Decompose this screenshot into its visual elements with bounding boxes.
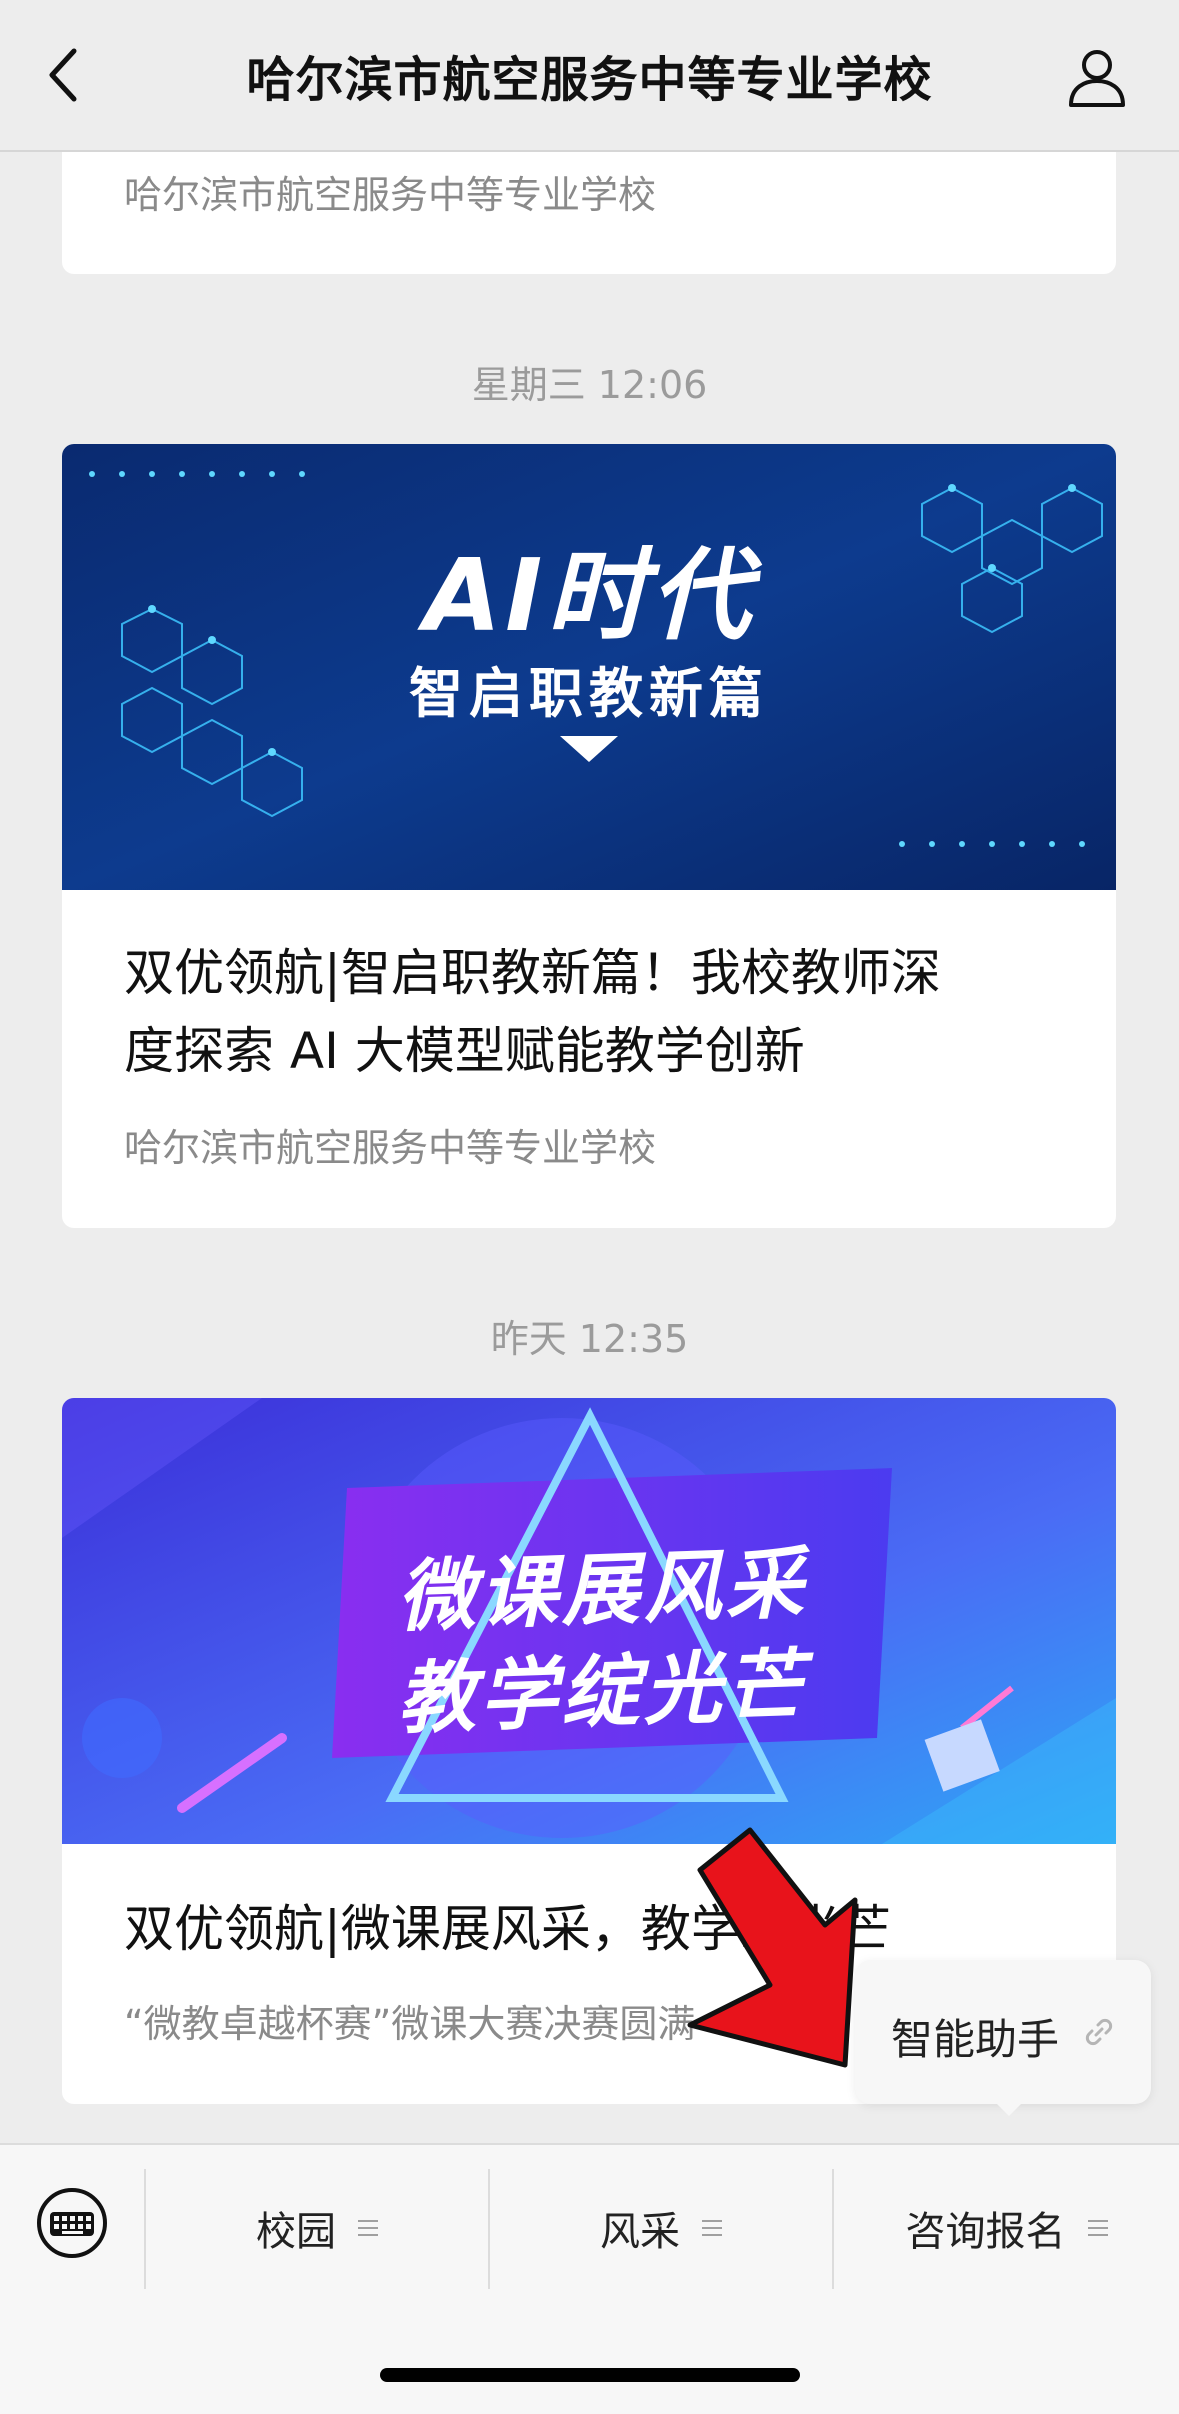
home-indicator[interactable]: [380, 2368, 800, 2382]
smart-assistant-popup[interactable]: 智能助手: [855, 1960, 1151, 2116]
tab-label: 校园: [256, 2209, 336, 2255]
banner-subtitle: 智启职教新篇: [409, 662, 769, 725]
article-source: 哈尔滨市航空服务中等专业学校: [124, 173, 657, 217]
keyboard-icon[interactable]: [34, 2185, 110, 2261]
article-source: 哈尔滨市航空服务中等专业学校: [124, 1126, 657, 1170]
page-title: 哈尔滨市航空服务中等专业学校: [246, 52, 933, 108]
banner-title: AI时代: [423, 537, 755, 654]
red-arrow-annotation: [687, 1827, 858, 2068]
popup-pointer: [993, 2100, 1025, 2116]
banner-subtitle: 教学绽光芒: [395, 1640, 809, 1746]
menu-lines-icon: [1087, 2220, 1108, 2236]
tab-style[interactable]: 风采: [490, 2173, 832, 2283]
article-summary: “微教卓越杯赛”微课大赛决赛圆满: [124, 2002, 696, 2046]
tab-enrollment-inquiry[interactable]: 咨询报名: [834, 2173, 1179, 2283]
profile-icon[interactable]: [1065, 45, 1129, 109]
link-icon: [1085, 2018, 1113, 2046]
tab-campus[interactable]: 校园: [146, 2173, 488, 2283]
menu-lines-icon: [702, 2220, 722, 2236]
tab-label: 风采: [600, 2209, 680, 2255]
menu-lines-icon: [358, 2220, 378, 2236]
article-headline: 双优领航|微课展风采，教学绽光芒: [124, 1900, 891, 1958]
article-headline-line-1: 双优领航|智启职教新篇！我校教师深: [124, 944, 941, 1002]
tab-label: 咨询报名: [905, 2209, 1066, 2255]
article-card[interactable]: AI时代 智启职教新篇 双优领航|智启职教新篇！我校教师深 度探索 AI 大模型…: [62, 444, 1116, 1228]
message-timestamp: 星期三 12:06: [471, 363, 708, 407]
article-headline-line-2: 度探索 AI 大模型赋能教学创新: [124, 1022, 805, 1080]
top-navigation-bar: 哈尔滨市航空服务中等专业学校: [0, 0, 1179, 152]
message-timestamp: 昨天 12:35: [490, 1317, 689, 1361]
back-arrow-icon[interactable]: [40, 45, 90, 105]
smart-assistant-label: 智能助手: [891, 2015, 1060, 2064]
